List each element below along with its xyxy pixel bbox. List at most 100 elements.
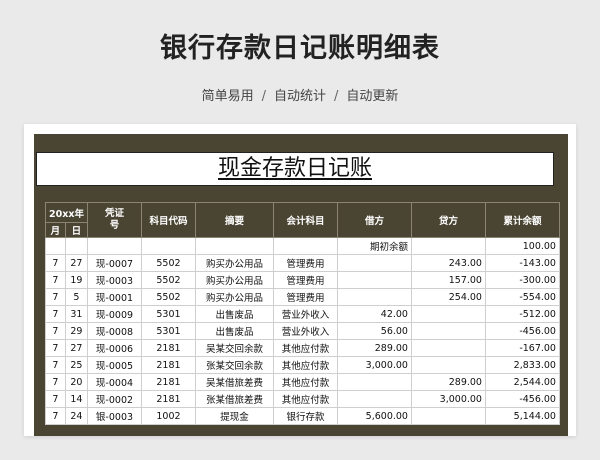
cell-account: 营业外收入 [272, 305, 338, 323]
cell-day: 14 [64, 390, 88, 408]
cell-balance: 2,544.00 [484, 373, 560, 391]
tag-separator: / [334, 89, 339, 104]
cell-month: 7 [45, 390, 66, 408]
cell-summary [194, 237, 274, 255]
cell-account: 其他应付款 [272, 373, 338, 391]
cell-debit: 289.00 [336, 339, 412, 357]
header-debit: 借方 [336, 202, 412, 238]
cell-balance: -554.00 [484, 288, 560, 306]
header-day: 日 [64, 222, 88, 238]
cell-month: 7 [45, 305, 66, 323]
cell-account [272, 237, 338, 255]
ledger-sheet: 现金存款日记账 20xx年 凭证 号 科目代码 摘要 会计科目 借方 贷方 累计… [34, 134, 568, 436]
cell-voucher: 现-0007 [86, 254, 142, 272]
cell-day: 25 [64, 356, 88, 374]
cell-voucher: 现-0002 [86, 390, 142, 408]
cell-account: 管理费用 [272, 271, 338, 289]
header-balance: 累计余额 [484, 202, 560, 238]
cell-day [64, 237, 88, 255]
cell-day: 24 [64, 407, 88, 425]
cell-voucher: 现-0009 [86, 305, 142, 323]
cell-account: 管理费用 [272, 254, 338, 272]
cell-day: 31 [64, 305, 88, 323]
header-account: 会计科目 [272, 202, 338, 238]
cell-code: 5502 [140, 254, 196, 272]
table-row: 7 5 现-0001 5502 购买办公用品 管理费用 254.00 -554.00 [45, 288, 560, 306]
header-voucher: 凭证 号 [86, 202, 142, 238]
cell-balance: 5,144.00 [484, 407, 560, 425]
cell-summary: 张某交回余款 [194, 356, 274, 374]
cell-balance: -512.00 [484, 305, 560, 323]
cell-account: 其他应付款 [272, 390, 338, 408]
cell-debit: 5,600.00 [336, 407, 412, 425]
cell-code: 2181 [140, 339, 196, 357]
cell-debit [336, 373, 412, 391]
cell-credit: 157.00 [410, 271, 486, 289]
cell-debit: 期初余额 [336, 237, 412, 255]
cell-day: 27 [64, 339, 88, 357]
cell-balance: -300.00 [484, 271, 560, 289]
cell-summary: 购买办公用品 [194, 254, 274, 272]
cell-debit: 56.00 [336, 322, 412, 340]
header-month: 月 [45, 222, 66, 238]
cell-debit [336, 271, 412, 289]
cell-code: 5301 [140, 305, 196, 323]
header-year: 20xx年 [45, 202, 88, 223]
tag-separator: / [261, 89, 266, 104]
header-credit: 贷方 [410, 202, 486, 238]
cell-balance: -456.00 [484, 322, 560, 340]
ledger-body: 期初余额 100.00 7 27 现-0007 5502 购买办公用品 管理费用 243.00-… [45, 237, 560, 425]
cell-summary: 购买办公用品 [194, 288, 274, 306]
table-row: 7 25 现-0005 2181 张某交回余款 其他应付款 3,000.00 2,833.00 [45, 356, 560, 374]
cell-balance: -167.00 [484, 339, 560, 357]
cell-month: 7 [45, 339, 66, 357]
cell-summary: 张某借旅差费 [194, 390, 274, 408]
cell-summary: 提现金 [194, 407, 274, 425]
cell-month: 7 [45, 288, 66, 306]
cell-account: 管理费用 [272, 288, 338, 306]
cell-credit: 243.00 [410, 254, 486, 272]
cell-code: 2181 [140, 373, 196, 391]
cell-debit [336, 254, 412, 272]
header-summary: 摘要 [194, 202, 274, 238]
page-title: 银行存款日记账明细表 [160, 33, 440, 64]
table-row: 7 31 现-0009 5301 出售废品 营业外收入 42.00 -512.00 [45, 305, 560, 323]
cell-debit [336, 390, 412, 408]
cell-balance: 100.00 [484, 237, 560, 255]
tag-easy: 简单易用 [201, 89, 254, 104]
sheet-title: 现金存款日记账 [36, 152, 554, 186]
cell-day: 27 [64, 254, 88, 272]
cell-account: 银行存款 [272, 407, 338, 425]
cell-code: 5502 [140, 271, 196, 289]
cell-summary: 购买办公用品 [194, 271, 274, 289]
cell-code: 1002 [140, 407, 196, 425]
table-row: 期初余额 100.00 [45, 237, 560, 255]
cell-account: 其他应付款 [272, 339, 338, 357]
cell-account: 营业外收入 [272, 322, 338, 340]
cell-debit: 3,000.00 [336, 356, 412, 374]
cell-voucher: 现-0005 [86, 356, 142, 374]
cell-day: 5 [64, 288, 88, 306]
cell-balance: -456.00 [484, 390, 560, 408]
cell-day: 19 [64, 271, 88, 289]
cell-month: 7 [45, 254, 66, 272]
cell-debit: 42.00 [336, 305, 412, 323]
ledger-table: 20xx年 凭证 号 科目代码 摘要 会计科目 借方 贷方 累计余额 月 日 期… [45, 202, 560, 425]
cell-voucher: 现-0004 [86, 373, 142, 391]
cell-account: 其他应付款 [272, 356, 338, 374]
cell-summary: 出售废品 [194, 322, 274, 340]
cell-credit [410, 322, 486, 340]
cell-month: 7 [45, 407, 66, 425]
cell-code: 5502 [140, 288, 196, 306]
tag-auto-update: 自动更新 [346, 89, 399, 104]
cell-credit: 289.00 [410, 373, 486, 391]
cell-month: 7 [45, 356, 66, 374]
cell-voucher: 银-0003 [86, 407, 142, 425]
cell-code: 2181 [140, 390, 196, 408]
table-row: 7 29 现-0008 5301 出售废品 营业外收入 56.00 -456.00 [45, 322, 560, 340]
tag-auto-stat: 自动统计 [273, 89, 326, 104]
cell-day: 20 [64, 373, 88, 391]
cell-month [45, 237, 66, 255]
cell-voucher: 现-0006 [86, 339, 142, 357]
table-row: 7 14 现-0002 2181 张某借旅差费 其他应付款 3,000.00 -456.00 [45, 390, 560, 408]
